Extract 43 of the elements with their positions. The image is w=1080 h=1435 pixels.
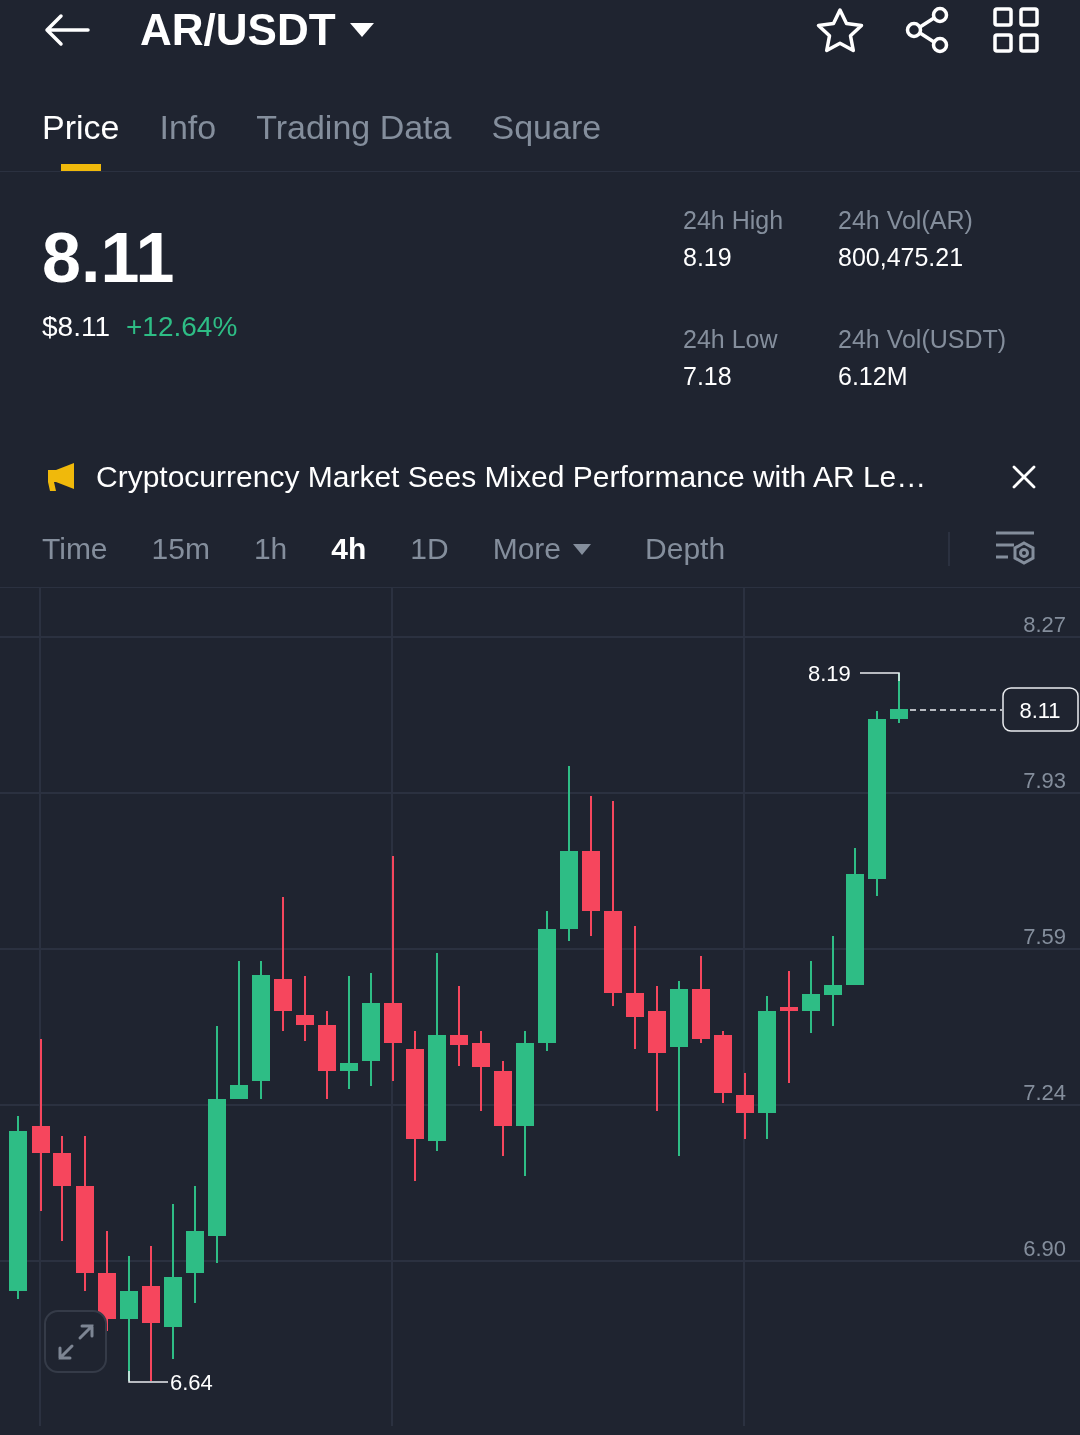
interval-tab[interactable]: 1D xyxy=(410,532,449,566)
tab[interactable]: Price xyxy=(42,100,120,171)
stat-value: 8.19 xyxy=(683,243,733,272)
low-price-label: 6.64 xyxy=(170,1370,213,1395)
price-axis-label: 7.59 xyxy=(1023,924,1066,949)
stat-value: 7.18 xyxy=(683,361,733,391)
star-icon[interactable] xyxy=(816,7,864,53)
back-button[interactable] xyxy=(44,13,90,47)
tab[interactable]: Info xyxy=(159,100,217,171)
tab[interactable]: Square xyxy=(491,100,602,171)
last-price: 8.11 xyxy=(42,220,176,297)
high-price-label: 8.19 xyxy=(808,661,851,686)
interval-tab[interactable]: 15m xyxy=(151,532,210,566)
stat-label: 24h High xyxy=(683,206,785,235)
leader-line xyxy=(859,672,900,682)
interval-tab[interactable]: Depth xyxy=(645,532,726,566)
news-headline[interactable]: Cryptocurrency Market Sees Mixed Performance with AR Le… xyxy=(96,460,994,494)
interval-tab[interactable]: 1h xyxy=(253,532,288,566)
tab[interactable]: Trading Data xyxy=(256,100,452,171)
grid-icon[interactable] xyxy=(992,6,1040,54)
close-icon[interactable] xyxy=(1012,465,1036,489)
stat-label: 24h Vol(USDT) xyxy=(838,324,1008,354)
stat-value: 800,475.21 xyxy=(838,243,965,272)
back-arrow-icon xyxy=(44,13,90,47)
stat-value: 6.12M xyxy=(838,361,909,391)
expand-button[interactable] xyxy=(44,1310,107,1373)
current-price-tag: 8.11 xyxy=(1002,687,1079,732)
interval-tab[interactable]: 4h xyxy=(331,532,367,566)
price-change: +12.64% xyxy=(126,311,238,343)
price-axis-label: 6.90 xyxy=(1023,1236,1066,1261)
caret-down-icon[interactable] xyxy=(349,23,374,37)
interval-tab[interactable]: More xyxy=(492,532,592,566)
price-axis-label: 8.27 xyxy=(1023,612,1066,637)
leader-line xyxy=(128,1370,169,1383)
candlestick xyxy=(296,975,314,1042)
stat-label: 24h Low xyxy=(683,324,779,354)
candlestick xyxy=(736,1072,754,1140)
pair-title[interactable]: AR/USDT xyxy=(140,5,336,55)
stat-label: 24h Vol(AR) xyxy=(838,206,974,235)
interval-tab[interactable]: Time xyxy=(42,532,108,566)
price-axis-label: 7.93 xyxy=(1023,768,1066,793)
price-axis-label: 7.24 xyxy=(1023,1080,1066,1105)
fiat-price: $8.11 xyxy=(42,311,110,343)
